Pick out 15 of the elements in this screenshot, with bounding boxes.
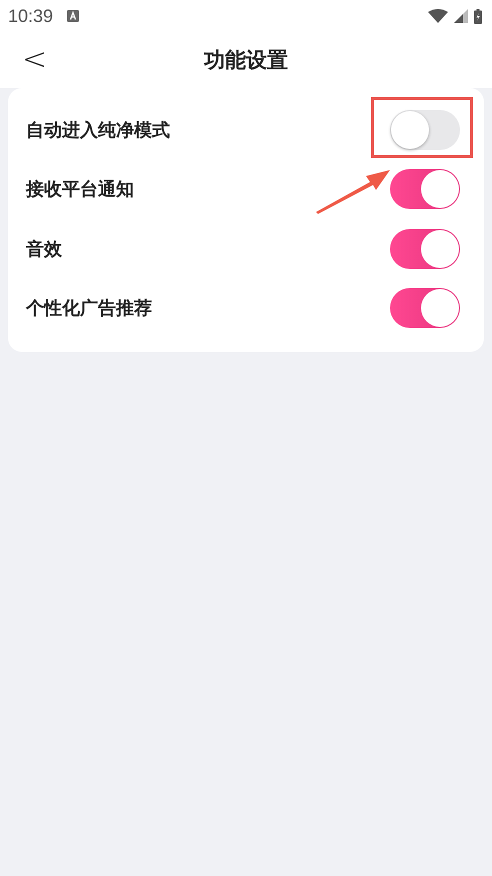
toggle-switch[interactable] <box>390 288 460 328</box>
setting-label: 音效 <box>26 238 62 261</box>
signal-icon <box>454 9 468 23</box>
battery-icon <box>474 8 482 24</box>
setting-label: 自动进入纯净模式 <box>26 118 170 142</box>
toggle-switch[interactable] <box>390 110 460 150</box>
wifi-icon <box>428 9 448 23</box>
toggle-switch[interactable] <box>390 169 460 210</box>
page-title: 功能设置 <box>204 47 288 74</box>
status-time: 10:39 <box>8 6 54 26</box>
setting-label: 接收平台通知 <box>26 178 134 202</box>
notification-icon <box>67 10 80 22</box>
setting-label: 个性化广告推荐 <box>26 297 152 320</box>
back-button[interactable]: < <box>18 40 52 80</box>
toggle-switch[interactable] <box>390 228 460 269</box>
